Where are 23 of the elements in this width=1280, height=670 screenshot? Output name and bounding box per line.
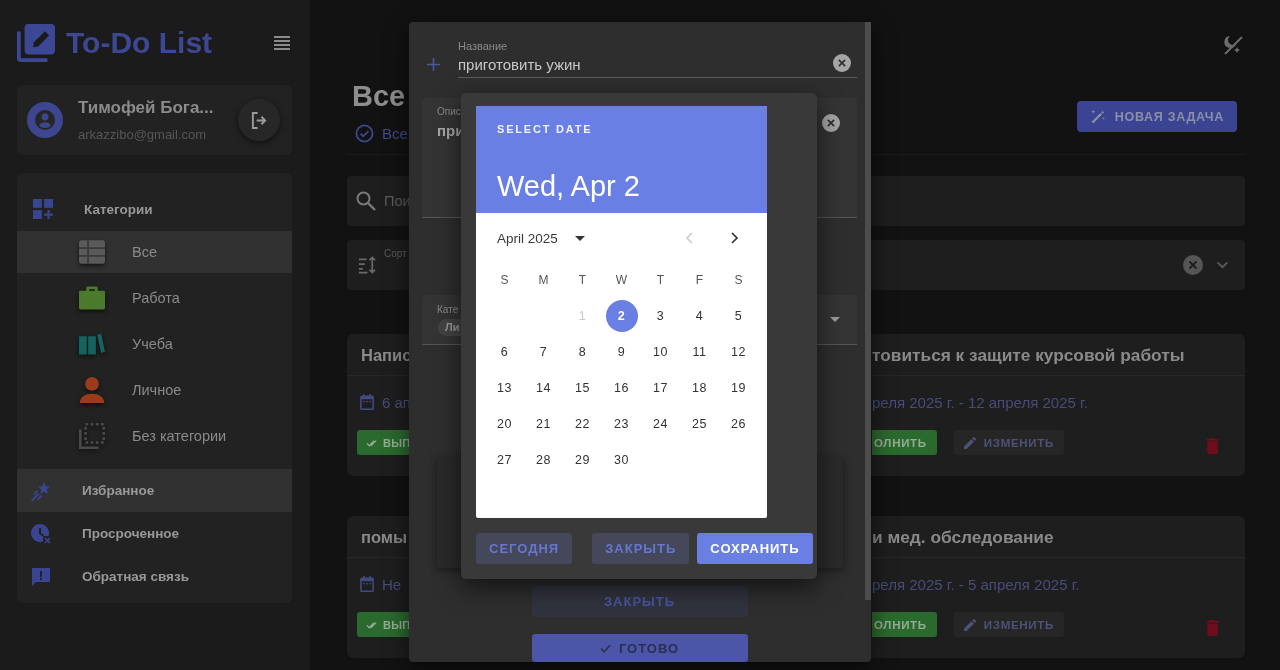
user-name: Тимофей Бога... (78, 98, 214, 118)
task-title: Напис (361, 346, 412, 365)
field-label: Опис (437, 105, 461, 118)
weekday-label: S (734, 273, 743, 287)
page-heading: Все (352, 79, 407, 113)
app-title: To-Do List (66, 26, 213, 60)
task-date-range: Не (382, 575, 402, 593)
weekday-label: T (578, 273, 587, 287)
month-label: April 2025 (497, 230, 558, 246)
weekday-label: M (538, 273, 549, 287)
task-title: и мед. обследование (872, 527, 1054, 548)
task-date-range: реля 2025 г. - 12 апреля 2025 г. (872, 393, 1088, 411)
weekday-label: S (500, 273, 509, 287)
weekday-label: T (656, 273, 665, 287)
task-title: товиться к защите курсовой работы (872, 345, 1185, 366)
select-date-caption: SELECT DATE (497, 122, 593, 136)
field-label: Название (458, 39, 508, 53)
weekday-label: F (695, 273, 704, 287)
filter-label: Все (382, 124, 408, 142)
task-title: помы (361, 528, 408, 547)
weekday-label: W (615, 273, 628, 287)
task-date-range: реля 2025 г. - 5 апреля 2025 г. (872, 575, 1080, 593)
selected-date: Wed, Apr 2 (497, 169, 640, 203)
